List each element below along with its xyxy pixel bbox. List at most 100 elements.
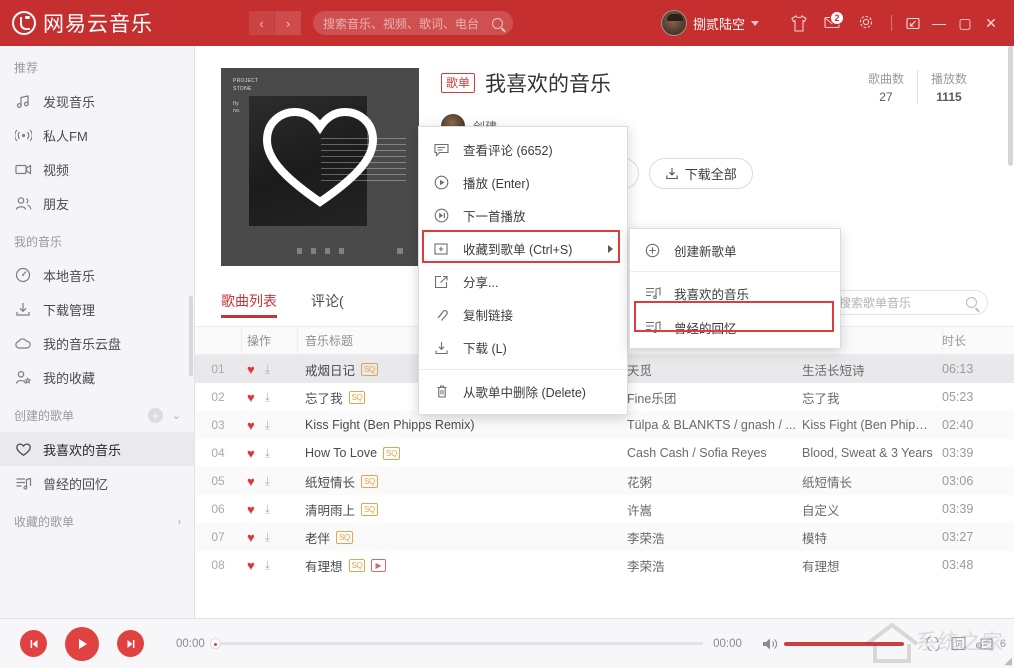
- chevron-down-icon[interactable]: ⌄: [172, 409, 181, 422]
- row-artist: 天觅: [627, 363, 653, 378]
- sidebar-item-video[interactable]: 视频: [0, 152, 194, 186]
- table-row[interactable]: 06 ♥ ⤓ 清明雨上 SQ 许嵩 自定义 03:39: [195, 495, 1014, 523]
- search-input[interactable]: 搜索音乐、视频、歌词、电台: [313, 11, 513, 35]
- sidebar-item-download-manager[interactable]: 下载管理: [0, 292, 194, 326]
- menu-item-label: 播放 (Enter): [463, 177, 530, 191]
- heart-icon: [14, 440, 32, 458]
- download-icon[interactable]: ⤓: [265, 446, 270, 461]
- sidebar-item-cloud-disk[interactable]: 我的音乐云盘: [0, 326, 194, 360]
- add-playlist-icon[interactable]: +: [147, 408, 163, 423]
- previous-button[interactable]: [20, 630, 47, 657]
- table-row[interactable]: 04 ♥ ⤓ How To Love SQ Cash Cash / Sofia …: [195, 439, 1014, 467]
- menu-item-download[interactable]: 下载 (L): [419, 331, 627, 364]
- play-queue-button[interactable]: [972, 631, 998, 657]
- scrollbar-thumb[interactable]: [1008, 46, 1013, 166]
- row-operations: ♥ ⤓: [241, 362, 297, 377]
- sidebar-item-old-memories[interactable]: 曾经的回忆: [0, 466, 194, 500]
- menu-item-view-comments[interactable]: 查看评论 (6652): [419, 133, 627, 166]
- nav-forward-button[interactable]: ›: [275, 11, 301, 35]
- submenu-item-old-memories[interactable]: 曾经的回忆: [630, 310, 840, 344]
- table-row[interactable]: 08 ♥ ⤓ 有理想 SQ ▶ 李荣浩 有理想 03:48: [195, 551, 1014, 579]
- download-icon[interactable]: ⤓: [265, 558, 270, 573]
- loop-mode-button[interactable]: [920, 631, 946, 657]
- row-album: 有理想: [802, 559, 840, 574]
- skin-button[interactable]: [781, 8, 815, 38]
- submenu-item-my-favorite-music[interactable]: 我喜欢的音乐: [630, 276, 840, 310]
- song-title: 有理想: [305, 559, 343, 574]
- download-icon[interactable]: ⤓: [265, 530, 270, 545]
- user-menu[interactable]: 捌贰陆空: [660, 10, 759, 36]
- comment-icon: [433, 141, 450, 158]
- heart-outline-icon: [261, 104, 379, 211]
- row-artist: 花粥: [627, 475, 653, 490]
- mv-badge[interactable]: ▶: [371, 558, 386, 572]
- menu-item-add-to-playlist[interactable]: 收藏到歌单 (Ctrl+S): [419, 232, 627, 265]
- menu-item-share[interactable]: 分享...: [419, 265, 627, 298]
- main-scrollbar[interactable]: [1007, 46, 1014, 618]
- download-all-button[interactable]: 下载全部: [648, 158, 753, 189]
- row-operations: ♥ ⤓: [241, 558, 297, 573]
- sidebar-item-private-fm[interactable]: 私人FM: [0, 118, 194, 152]
- settings-button[interactable]: [849, 8, 883, 38]
- heart-icon[interactable]: ♥: [247, 530, 255, 545]
- heart-icon[interactable]: ♥: [247, 418, 255, 433]
- submenu-item-create-playlist[interactable]: 创建新歌单: [630, 233, 840, 267]
- sq-badge: SQ: [361, 474, 378, 488]
- heart-icon[interactable]: ♥: [247, 362, 255, 377]
- nav-back-button[interactable]: ‹: [249, 11, 275, 35]
- volume-slider[interactable]: [783, 641, 904, 646]
- menu-item-play-next[interactable]: 下一首播放: [419, 199, 627, 232]
- menu-item-label: 下载 (L): [463, 342, 507, 356]
- sidebar-item-label: 下载管理: [43, 302, 96, 318]
- table-row[interactable]: 05 ♥ ⤓ 纸短情长 SQ 花粥 纸短情长 03:06: [195, 467, 1014, 495]
- menu-item-label: 下一首播放: [463, 210, 526, 224]
- menu-item-copy-link[interactable]: 复制链接: [419, 298, 627, 331]
- sidebar-item-label: 发现音乐: [43, 94, 96, 110]
- sidebar-item-local-music[interactable]: 本地音乐: [0, 258, 194, 292]
- table-row[interactable]: 03 ♥ ⤓ Kiss Fight (Ben Phipps Remix) Tül…: [195, 411, 1014, 439]
- heart-icon[interactable]: ♥: [247, 502, 255, 517]
- download-icon[interactable]: ⤓: [265, 362, 270, 377]
- plus-circle-icon: [644, 242, 661, 259]
- table-row[interactable]: 07 ♥ ⤓ 老伴 SQ 李荣浩 模特 03:27: [195, 523, 1014, 551]
- list-search-input[interactable]: 搜索歌单音乐: [828, 290, 988, 315]
- stat-value: 1115: [936, 90, 962, 104]
- tab-comments[interactable]: 评论(: [311, 291, 344, 318]
- heart-icon[interactable]: ♥: [247, 474, 255, 489]
- next-button[interactable]: [117, 630, 144, 657]
- download-icon[interactable]: ⤓: [265, 418, 270, 433]
- download-icon[interactable]: ⤓: [265, 474, 270, 489]
- sidebar-group-collected-playlists[interactable]: 收藏的歌单 ›: [0, 500, 194, 538]
- heart-icon[interactable]: ♥: [247, 390, 255, 405]
- close-button[interactable]: ✕: [978, 10, 1004, 36]
- song-title: 清明雨上: [305, 503, 356, 518]
- play-button[interactable]: [65, 626, 99, 661]
- download-icon[interactable]: ⤓: [265, 502, 270, 517]
- sidebar-item-friends[interactable]: 朋友: [0, 186, 194, 220]
- lyrics-button[interactable]: 词: [946, 631, 972, 657]
- sidebar-scrollbar[interactable]: [189, 296, 193, 376]
- resize-grip[interactable]: ◢: [1004, 656, 1012, 667]
- chevron-right-icon[interactable]: ›: [177, 516, 181, 528]
- tshirt-icon: [790, 15, 807, 32]
- progress-knob[interactable]: [209, 638, 221, 649]
- mini-mode-button[interactable]: [900, 10, 926, 36]
- menu-item-remove-from-playlist[interactable]: 从歌单中删除 (Delete): [419, 375, 627, 408]
- volume-button[interactable]: [758, 631, 784, 657]
- row-operations: ♥ ⤓: [241, 530, 297, 545]
- minimize-button[interactable]: —: [926, 10, 952, 36]
- sidebar-item-discover[interactable]: 发现音乐: [0, 84, 194, 118]
- row-index: 03: [211, 418, 225, 432]
- tab-song-list[interactable]: 歌曲列表: [221, 291, 277, 318]
- th-duration: 时长: [942, 326, 1014, 355]
- playlist-cover[interactable]: PROJECT STONE fly no.: [221, 68, 419, 266]
- download-icon[interactable]: ⤓: [265, 390, 270, 405]
- heart-icon[interactable]: ♥: [247, 558, 255, 573]
- maximize-button[interactable]: ▢: [952, 10, 978, 36]
- sidebar-item-my-collection[interactable]: 我的收藏: [0, 360, 194, 394]
- sidebar-item-my-favorite-music[interactable]: 我喜欢的音乐: [0, 432, 194, 466]
- menu-item-play[interactable]: 播放 (Enter): [419, 166, 627, 199]
- mail-button[interactable]: 2: [815, 8, 849, 38]
- progress-bar[interactable]: [209, 638, 704, 649]
- heart-icon[interactable]: ♥: [247, 446, 255, 461]
